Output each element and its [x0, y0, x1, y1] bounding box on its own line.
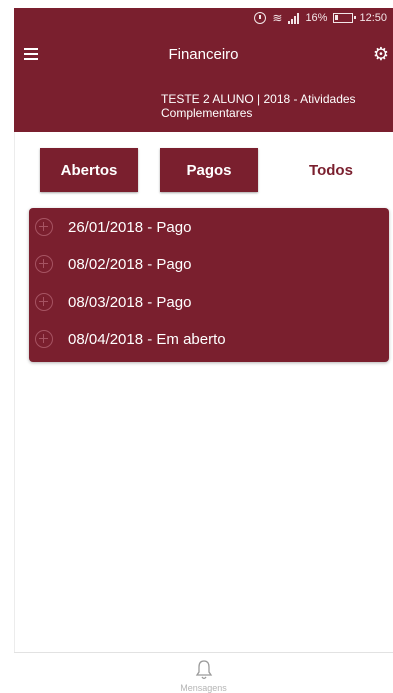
tab-todos[interactable]: Todos: [282, 148, 380, 192]
phone-screen: ≋ 16% 12:50 Financeiro ⚙ TESTE 2 ALUNO |…: [14, 8, 393, 693]
tab-pagos[interactable]: Pagos: [160, 148, 258, 192]
left-divider: [14, 132, 15, 652]
payments-list: 26/01/2018 - Pago 08/02/2018 - Pago 08/0…: [29, 208, 389, 362]
filter-tabs: Abertos Pagos Todos: [14, 148, 393, 192]
list-item-label: 08/03/2018 - Pago: [68, 293, 192, 311]
list-item-label: 08/02/2018 - Pago: [68, 255, 192, 273]
bottom-nav: Mensagens: [14, 652, 393, 693]
wifi-icon: ≋: [272, 11, 283, 25]
battery-icon: [333, 13, 357, 23]
page-title: Financeiro: [168, 46, 239, 63]
list-item[interactable]: 08/03/2018 - Pago: [29, 284, 389, 320]
gear-icon[interactable]: ⚙: [373, 45, 389, 63]
list-item-label: 26/01/2018 - Pago: [68, 218, 192, 236]
list-item[interactable]: 08/02/2018 - Pago: [29, 246, 389, 282]
list-item[interactable]: 26/01/2018 - Pago: [29, 209, 389, 245]
plus-circle-icon: [35, 293, 53, 311]
plus-circle-icon: [35, 255, 53, 273]
status-icons: ≋ 16% 12:50: [254, 12, 387, 24]
plus-circle-icon: [35, 330, 53, 348]
bottom-nav-label[interactable]: Mensagens: [14, 683, 393, 693]
tab-abertos[interactable]: Abertos: [40, 148, 138, 192]
student-course-subtitle: TESTE 2 ALUNO | 2018 - Atividades Comple…: [161, 92, 356, 120]
alarm-icon: [254, 12, 267, 24]
list-item-label: 08/04/2018 - Em aberto: [68, 330, 226, 348]
battery-percent: 16%: [305, 12, 328, 24]
plus-circle-icon: [35, 218, 53, 236]
clock: 12:50: [359, 12, 387, 24]
status-bar: ≋ 16% 12:50: [14, 8, 393, 32]
signal-icon: [288, 12, 300, 24]
top-header: ≋ 16% 12:50 Financeiro ⚙ TESTE 2 ALUNO |…: [14, 8, 393, 132]
list-item[interactable]: 08/04/2018 - Em aberto: [29, 321, 389, 357]
app-bar: Financeiro ⚙: [14, 36, 393, 76]
bell-icon[interactable]: [194, 659, 214, 681]
